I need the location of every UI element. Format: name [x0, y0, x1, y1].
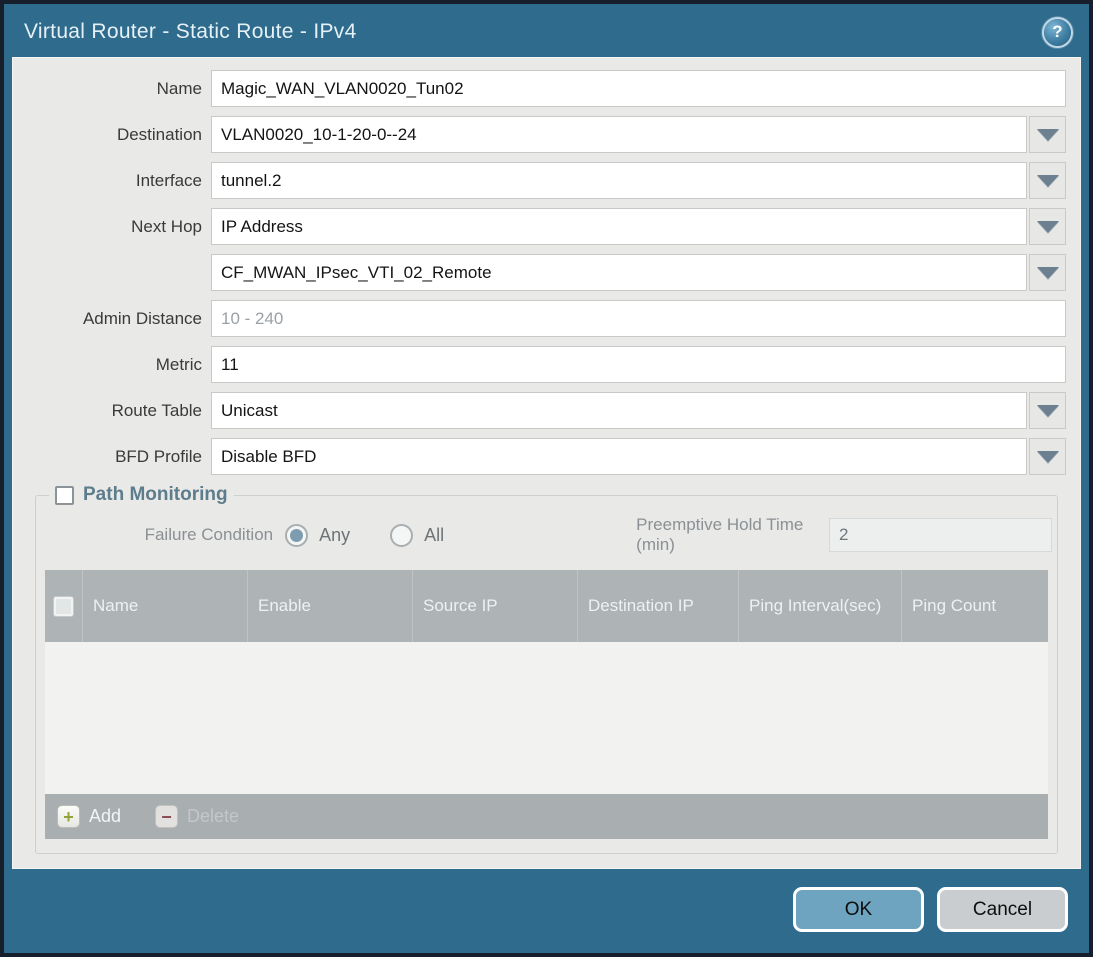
- name-input[interactable]: [211, 70, 1066, 107]
- header-checkbox-cell: [45, 570, 82, 642]
- destination-dropdown-button[interactable]: [1029, 116, 1066, 153]
- ok-button[interactable]: OK: [793, 887, 924, 932]
- chevron-down-icon: [1037, 267, 1059, 279]
- radio-all-icon[interactable]: [390, 524, 413, 547]
- next-hop-address-dropdown-button[interactable]: [1029, 254, 1066, 291]
- column-header-ping-count[interactable]: Ping Count: [901, 570, 1048, 642]
- next-hop-address-row: [13, 254, 1066, 291]
- radio-all-label: All: [424, 525, 444, 546]
- next-hop-type-input[interactable]: [211, 208, 1027, 245]
- table-body-empty: [45, 642, 1048, 794]
- add-button-label: Add: [89, 806, 121, 827]
- add-button[interactable]: + Add: [57, 805, 121, 828]
- bfd-profile-dropdown-button[interactable]: [1029, 438, 1066, 475]
- column-header-enable[interactable]: Enable: [247, 570, 412, 642]
- minus-icon: −: [155, 805, 178, 828]
- admin-distance-input[interactable]: [211, 300, 1066, 337]
- failure-condition-all-option[interactable]: All: [390, 524, 444, 547]
- next-hop-row: Next Hop: [13, 208, 1066, 245]
- destination-input[interactable]: [211, 116, 1027, 153]
- failure-condition-row: Failure Condition Any All Preemptive Hol…: [41, 516, 1052, 554]
- failure-condition-label: Failure Condition: [41, 525, 285, 545]
- dialog-titlebar: Virtual Router - Static Route - IPv4 ?: [8, 10, 1085, 54]
- next-hop-address-input[interactable]: [211, 254, 1027, 291]
- path-monitoring-title: Path Monitoring: [83, 484, 228, 506]
- radio-any-icon[interactable]: [285, 524, 308, 547]
- metric-label: Metric: [13, 355, 211, 375]
- path-monitoring-checkbox[interactable]: [55, 486, 74, 505]
- table-header-row: Name Enable Source IP Destination IP Pin…: [45, 570, 1048, 642]
- table-footer-bar: + Add − Delete: [45, 794, 1048, 839]
- dialog-title: Virtual Router - Static Route - IPv4: [24, 20, 357, 44]
- bfd-profile-input[interactable]: [211, 438, 1027, 475]
- name-row: Name: [13, 70, 1066, 107]
- delete-button[interactable]: − Delete: [155, 805, 239, 828]
- chevron-down-icon: [1037, 221, 1059, 233]
- dialog-content-panel: Name Destination Interface: [12, 57, 1081, 869]
- interface-dropdown-button[interactable]: [1029, 162, 1066, 199]
- delete-button-label: Delete: [187, 806, 239, 827]
- chevron-down-icon: [1037, 175, 1059, 187]
- column-header-ping-interval[interactable]: Ping Interval(sec): [738, 570, 901, 642]
- interface-input[interactable]: [211, 162, 1027, 199]
- column-header-source-ip[interactable]: Source IP: [412, 570, 577, 642]
- help-icon[interactable]: ?: [1044, 19, 1071, 46]
- route-table-input[interactable]: [211, 392, 1027, 429]
- destination-row: Destination: [13, 116, 1066, 153]
- admin-distance-row: Admin Distance: [13, 300, 1066, 337]
- path-monitoring-section: Path Monitoring Failure Condition Any Al…: [35, 495, 1058, 854]
- static-route-dialog: Virtual Router - Static Route - IPv4 ? N…: [0, 0, 1093, 957]
- next-hop-type-dropdown-button[interactable]: [1029, 208, 1066, 245]
- path-monitoring-legend: Path Monitoring: [49, 484, 234, 506]
- destination-label: Destination: [13, 125, 211, 145]
- metric-input[interactable]: [211, 346, 1066, 383]
- bfd-profile-row: BFD Profile: [13, 438, 1066, 475]
- path-monitoring-table: Name Enable Source IP Destination IP Pin…: [45, 570, 1048, 839]
- interface-label: Interface: [13, 171, 211, 191]
- chevron-down-icon: [1037, 451, 1059, 463]
- admin-distance-label: Admin Distance: [13, 309, 211, 329]
- chevron-down-icon: [1037, 129, 1059, 141]
- select-all-checkbox[interactable]: [53, 596, 74, 617]
- plus-icon: +: [57, 805, 80, 828]
- preemptive-hold-time-label: Preemptive Hold Time (min): [636, 515, 829, 555]
- radio-any-label: Any: [319, 525, 350, 546]
- route-table-label: Route Table: [13, 401, 211, 421]
- column-header-destination-ip[interactable]: Destination IP: [577, 570, 738, 642]
- failure-condition-any-option[interactable]: Any: [285, 524, 350, 547]
- metric-row: Metric: [13, 346, 1066, 383]
- chevron-down-icon: [1037, 405, 1059, 417]
- column-header-name[interactable]: Name: [82, 570, 247, 642]
- bfd-profile-label: BFD Profile: [13, 447, 211, 467]
- route-table-row: Route Table: [13, 392, 1066, 429]
- cancel-button[interactable]: Cancel: [937, 887, 1068, 932]
- next-hop-label: Next Hop: [13, 217, 211, 237]
- route-table-dropdown-button[interactable]: [1029, 392, 1066, 429]
- name-label: Name: [13, 79, 211, 99]
- dialog-action-bar: OK Cancel: [793, 887, 1068, 932]
- preemptive-hold-time-input[interactable]: [829, 518, 1052, 552]
- interface-row: Interface: [13, 162, 1066, 199]
